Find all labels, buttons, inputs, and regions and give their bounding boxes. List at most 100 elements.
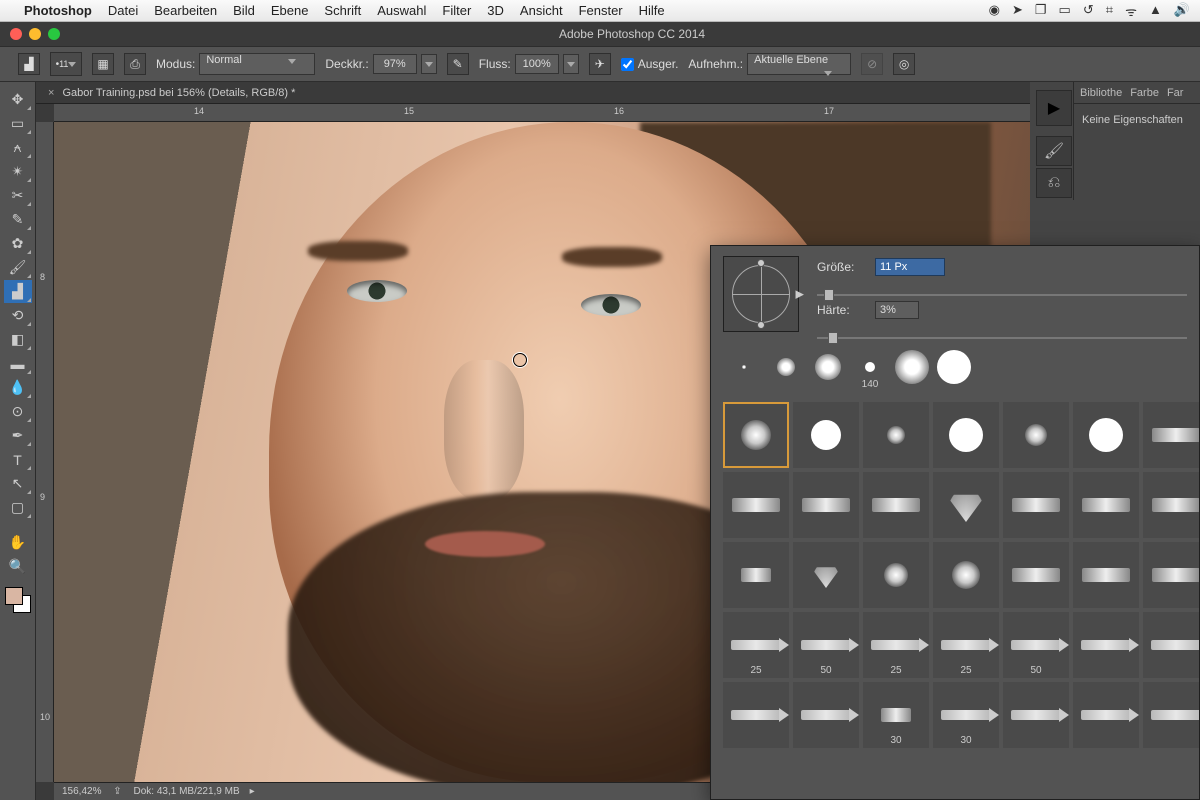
brush-tile[interactable] [723, 402, 789, 468]
brush-tile[interactable] [933, 472, 999, 538]
volume-icon[interactable]: 🔊 [1174, 2, 1190, 20]
brush-tile[interactable] [1073, 472, 1139, 538]
ruler-horizontal[interactable]: 14 15 16 17 [54, 104, 1030, 122]
battery-icon[interactable]: ▲ [1149, 2, 1162, 20]
opacity-input[interactable] [373, 54, 417, 74]
hand-tool[interactable]: ✋ [4, 531, 32, 554]
crop-tool[interactable]: ✂ [4, 184, 32, 207]
move-tool[interactable]: ✥ [4, 88, 32, 111]
eyedropper-tool[interactable]: ✎ [4, 208, 32, 231]
ruler-vertical[interactable]: 8 9 10 [36, 122, 54, 782]
type-tool[interactable]: T [4, 448, 32, 471]
menu-bearbeiten[interactable]: Bearbeiten [154, 3, 217, 18]
brush-panel-toggle-icon[interactable]: ▦ [92, 53, 114, 75]
lasso-tool[interactable]: ⍲ [4, 136, 32, 159]
menu-schrift[interactable]: Schrift [324, 3, 361, 18]
brush-tile[interactable] [793, 402, 859, 468]
brush-tile[interactable] [1003, 542, 1069, 608]
brush-hardness-input[interactable] [875, 301, 919, 319]
path-select-tool[interactable]: ↖ [4, 472, 32, 495]
brush-tile[interactable]: 30 [933, 682, 999, 748]
pressure-size-icon[interactable]: ◎ [893, 53, 915, 75]
zoom-level[interactable]: 156,42% [62, 786, 101, 797]
menu-bild[interactable]: Bild [233, 3, 255, 18]
brush-tile[interactable] [933, 542, 999, 608]
hash-icon[interactable]: ⌗ [1106, 2, 1113, 20]
wifi-icon[interactable]: ᯤ [1125, 2, 1137, 20]
mirror-icon[interactable]: ▭ [1059, 2, 1071, 20]
brush-tile[interactable] [1073, 402, 1139, 468]
document-tab-label[interactable]: Gabor Training.psd bei 156% (Details, RG… [62, 87, 295, 99]
brush-tile[interactable] [1073, 612, 1139, 678]
brush-size-slider[interactable] [817, 288, 1187, 289]
brush-tile[interactable] [863, 542, 929, 608]
record-icon[interactable]: ◉ [989, 2, 1000, 20]
paperplane-icon[interactable]: ➤ [1012, 2, 1023, 20]
preview-hard-big[interactable] [933, 346, 975, 388]
preview-140[interactable]: 140 [849, 346, 891, 388]
rectangle-tool[interactable]: ▢ [4, 496, 32, 519]
preview-soft-big[interactable] [891, 346, 933, 388]
brush-tile[interactable]: 50 [1003, 612, 1069, 678]
window-close-button[interactable] [10, 28, 22, 40]
brush-tile[interactable]: 25 [863, 612, 929, 678]
pressure-opacity-icon[interactable]: ✎ [447, 53, 469, 75]
quick-select-tool[interactable]: ✴ [4, 160, 32, 183]
brush-angle-control[interactable]: ▶ [723, 256, 799, 332]
blend-mode-select[interactable]: Normal [199, 53, 315, 75]
window-zoom-button[interactable] [48, 28, 60, 40]
tab-far[interactable]: Far [1167, 87, 1184, 99]
brush-tile[interactable] [1143, 402, 1200, 468]
current-tool-icon[interactable]: ▟ [18, 53, 40, 75]
brush-tile[interactable]: 25 [933, 612, 999, 678]
brush-tool[interactable]: 🖌 [4, 256, 32, 279]
dodge-tool[interactable]: ⊙ [4, 400, 32, 423]
brush-tile[interactable] [1003, 402, 1069, 468]
play-icon[interactable]: ▶ [1036, 90, 1072, 126]
blur-tool[interactable]: 💧 [4, 376, 32, 399]
aligned-checkbox[interactable] [621, 58, 634, 71]
brush-tile[interactable] [1143, 682, 1200, 748]
color-swatches[interactable] [5, 587, 31, 613]
brush-preset-picker[interactable]: •11 [50, 52, 82, 76]
brush-tile[interactable] [1073, 682, 1139, 748]
healing-brush-tool[interactable]: ✿ [4, 232, 32, 255]
brush-tile[interactable] [1003, 682, 1069, 748]
brush-tile[interactable] [1143, 472, 1200, 538]
brush-size-input[interactable] [875, 258, 945, 276]
brush-tile[interactable]: 25 [723, 612, 789, 678]
brush-tile[interactable] [1003, 472, 1069, 538]
share-icon[interactable]: ⇪ [111, 786, 123, 797]
preview-tiny[interactable] [723, 346, 765, 388]
brush-tile[interactable]: 30 [863, 682, 929, 748]
doc-size[interactable]: Dok: 43,1 MB/221,9 MB [133, 786, 239, 797]
menu-hilfe[interactable]: Hilfe [639, 3, 665, 18]
history-icon[interactable]: ↺ [1083, 2, 1094, 20]
tab-bibliothek[interactable]: Bibliothe [1080, 87, 1122, 99]
app-name[interactable]: Photoshop [24, 3, 92, 18]
sample-select[interactable]: Aktuelle Ebene [747, 53, 851, 75]
brushes-panel-icon[interactable]: 🖌 [1036, 136, 1072, 166]
brush-tile[interactable] [1073, 542, 1139, 608]
brush-tile[interactable] [723, 682, 789, 748]
clone-stamp-tool[interactable]: ▟ [4, 280, 32, 303]
brush-tile[interactable] [1143, 612, 1200, 678]
brush-tile[interactable] [863, 472, 929, 538]
menu-ebene[interactable]: Ebene [271, 3, 309, 18]
brush-tile[interactable] [863, 402, 929, 468]
preview-small[interactable] [765, 346, 807, 388]
menu-auswahl[interactable]: Auswahl [377, 3, 426, 18]
brush-tile[interactable] [793, 542, 859, 608]
brush-tile[interactable] [1143, 542, 1200, 608]
brush-hardness-slider[interactable] [817, 331, 1187, 332]
menu-3d[interactable]: 3D [487, 3, 504, 18]
brush-tile[interactable] [723, 472, 789, 538]
status-menu-icon[interactable]: ▸ [250, 786, 255, 797]
tab-close-icon[interactable]: × [48, 87, 54, 99]
preview-med[interactable] [807, 346, 849, 388]
menu-datei[interactable]: Datei [108, 3, 138, 18]
screens-icon[interactable]: ❐ [1035, 2, 1047, 20]
clone-source-panel-icon[interactable]: ⎌ [1036, 168, 1072, 198]
flow-dropdown[interactable] [563, 54, 579, 74]
flow-input[interactable] [515, 54, 559, 74]
